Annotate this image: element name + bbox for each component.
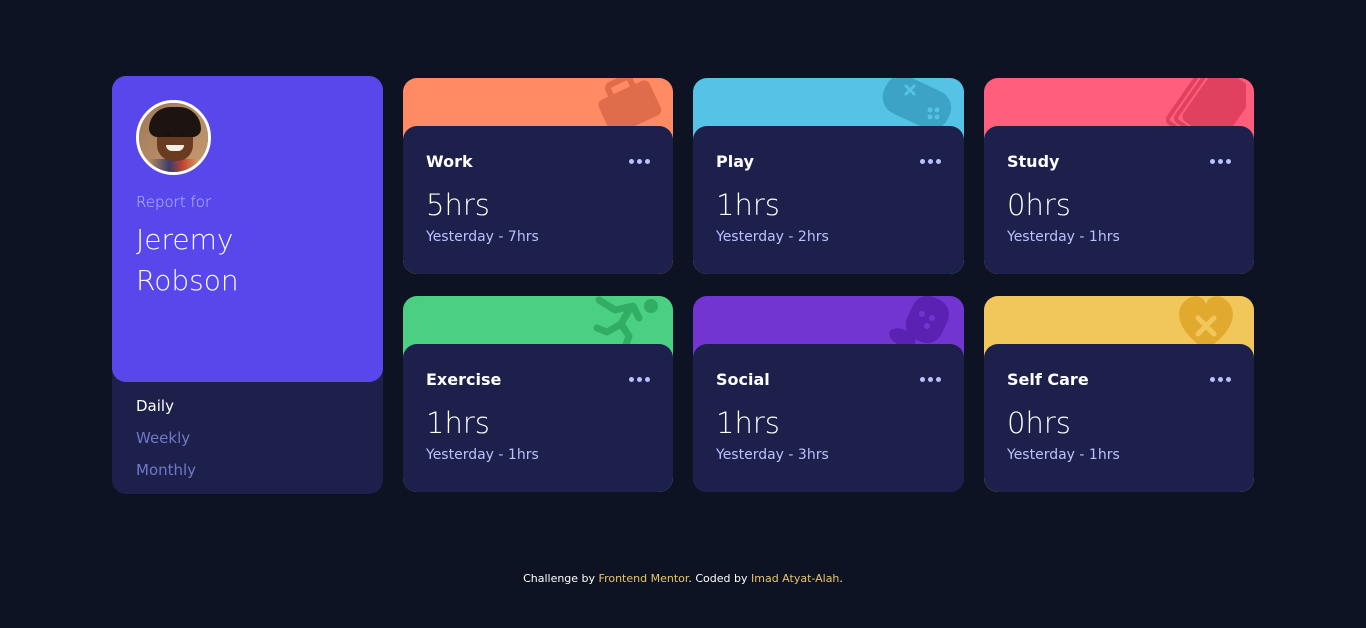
card-self-care-body: Self Care 0hrs Yesterday - 1hrs bbox=[984, 344, 1254, 492]
card-current-hours: 1hrs bbox=[716, 188, 780, 222]
card-study-body: Study 0hrs Yesterday - 1hrs bbox=[984, 126, 1254, 274]
card-study: Study 0hrs Yesterday - 1hrs bbox=[984, 78, 1254, 274]
avatar bbox=[136, 100, 211, 175]
attribution-footer: Challenge by Frontend Mentor. Coded by I… bbox=[0, 572, 1366, 585]
card-previous-hours: Yesterday - 3hrs bbox=[716, 447, 829, 463]
period-weekly[interactable]: Weekly bbox=[136, 428, 359, 448]
card-work-body: Work 5hrs Yesterday - 7hrs bbox=[403, 126, 673, 274]
author-link[interactable]: Imad Atyat-Alah bbox=[751, 572, 839, 585]
footer-prefix: Challenge by bbox=[523, 572, 599, 585]
card-title: Self Care bbox=[1007, 370, 1089, 389]
card-current-hours: 5hrs bbox=[426, 188, 490, 222]
card-title: Work bbox=[426, 152, 473, 171]
card-title: Social bbox=[716, 370, 770, 389]
card-title: Exercise bbox=[426, 370, 502, 389]
briefcase-icon bbox=[598, 78, 662, 132]
options-icon[interactable] bbox=[629, 155, 650, 168]
running-icon bbox=[593, 296, 658, 350]
card-title: Play bbox=[716, 152, 754, 171]
social-icon bbox=[889, 296, 950, 348]
card-current-hours: 1hrs bbox=[426, 406, 490, 440]
heart-icon bbox=[1179, 296, 1233, 350]
card-title: Study bbox=[1007, 152, 1060, 171]
period-monthly[interactable]: Monthly bbox=[136, 460, 359, 480]
profile-header: Report for Jeremy Robson bbox=[112, 76, 383, 382]
card-social-body: Social 1hrs Yesterday - 3hrs bbox=[693, 344, 964, 492]
dashboard: Report for Jeremy Robson Daily Weekly Mo… bbox=[112, 76, 1254, 494]
card-previous-hours: Yesterday - 7hrs bbox=[426, 229, 539, 245]
card-previous-hours: Yesterday - 1hrs bbox=[1007, 447, 1120, 463]
options-icon[interactable] bbox=[920, 373, 941, 386]
card-current-hours: 1hrs bbox=[716, 406, 780, 440]
activity-grid: Work 5hrs Yesterday - 7hrs Play 1hrs Yes… bbox=[403, 76, 1254, 492]
profile-card: Report for Jeremy Robson Daily Weekly Mo… bbox=[112, 76, 383, 494]
card-play-body: Play 1hrs Yesterday - 2hrs bbox=[693, 126, 964, 274]
report-for-label: Report for bbox=[136, 193, 212, 211]
options-icon[interactable] bbox=[1210, 373, 1231, 386]
options-icon[interactable] bbox=[920, 155, 941, 168]
card-social: Social 1hrs Yesterday - 3hrs bbox=[693, 296, 964, 492]
period-selector: Daily Weekly Monthly bbox=[112, 382, 383, 494]
card-exercise-body: Exercise 1hrs Yesterday - 1hrs bbox=[403, 344, 673, 492]
options-icon[interactable] bbox=[629, 373, 650, 386]
card-previous-hours: Yesterday - 2hrs bbox=[716, 229, 829, 245]
user-name: Jeremy Robson bbox=[136, 219, 296, 301]
gamepad-icon bbox=[882, 78, 952, 130]
book-icon bbox=[1166, 78, 1246, 132]
period-daily[interactable]: Daily bbox=[136, 396, 359, 416]
footer-suffix: . bbox=[839, 572, 843, 585]
card-self-care: Self Care 0hrs Yesterday - 1hrs bbox=[984, 296, 1254, 492]
card-previous-hours: Yesterday - 1hrs bbox=[1007, 229, 1120, 245]
user-first-name: Jeremy bbox=[136, 223, 234, 256]
footer-middle: . Coded by bbox=[688, 572, 751, 585]
challenge-link[interactable]: Frontend Mentor bbox=[599, 572, 689, 585]
card-work: Work 5hrs Yesterday - 7hrs bbox=[403, 78, 673, 274]
card-exercise: Exercise 1hrs Yesterday - 1hrs bbox=[403, 296, 673, 492]
card-previous-hours: Yesterday - 1hrs bbox=[426, 447, 539, 463]
card-current-hours: 0hrs bbox=[1007, 188, 1071, 222]
card-current-hours: 0hrs bbox=[1007, 406, 1071, 440]
card-play: Play 1hrs Yesterday - 2hrs bbox=[693, 78, 964, 274]
options-icon[interactable] bbox=[1210, 155, 1231, 168]
user-last-name: Robson bbox=[136, 264, 239, 297]
